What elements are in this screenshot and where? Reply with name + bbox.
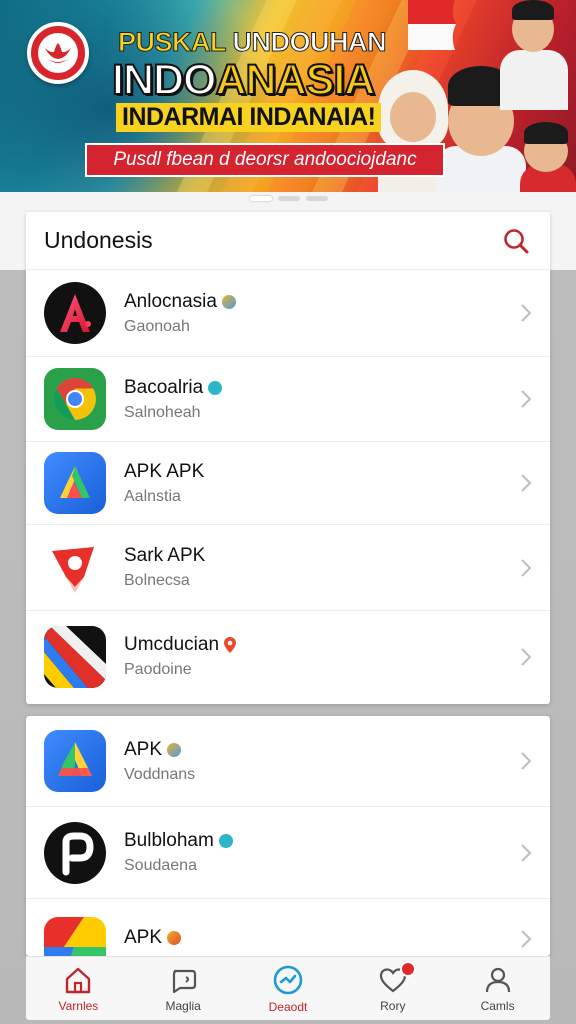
carousel-dot-3[interactable] <box>306 196 328 201</box>
app-name: APK APK <box>124 460 205 482</box>
app-name-text: Bulbloham <box>124 830 214 851</box>
app-name-text: APK <box>124 738 163 760</box>
search-icon <box>504 228 529 253</box>
nav-favorites[interactable]: Rory <box>348 960 438 1013</box>
profile-icon <box>485 967 510 992</box>
compass-icon <box>273 965 303 994</box>
banner-cta-button[interactable]: Pusdl fbean d deorsr andoociojdanc <box>85 143 445 177</box>
chevron-right-icon <box>521 843 532 862</box>
chat-icon <box>173 969 197 993</box>
app-subtitle: Paodoine <box>124 661 192 678</box>
nav-discover[interactable]: Deaodt <box>243 964 333 1014</box>
app-list-item[interactable]: APK Voddnans <box>26 716 550 807</box>
nav-discover-label: Deaodt <box>268 999 308 1014</box>
promo-banner[interactable]: PUSKAL UNDOUHAN INDOANASIA INDARMAI INDA… <box>0 0 576 192</box>
banner-headline-2-a: INDO <box>111 55 217 105</box>
bottom-navigation: Varnles Maglia Deaodt Rory Camls <box>26 956 550 1020</box>
chevron-right-icon <box>521 558 532 577</box>
nav-favorites-label: Rory <box>380 998 406 1013</box>
notification-dot-icon <box>399 960 416 977</box>
card-header: Undonesis <box>26 212 550 270</box>
banner-headline-1-b: UNDOUHAN <box>232 27 387 58</box>
app-name: APK <box>124 927 182 949</box>
carousel-dot-2[interactable] <box>278 196 300 201</box>
app-name: Anlocnasia <box>124 291 236 313</box>
app-name-text: Umcducian <box>124 634 220 655</box>
app-list-item[interactable]: APK APK Aalnstia <box>26 442 550 525</box>
a-logo-icon <box>44 282 106 344</box>
app-subtitle: Salnoheah <box>124 403 201 421</box>
child-figure-back <box>492 0 576 110</box>
p-logo-icon <box>44 821 106 884</box>
app-list-card-2: APK Voddnans Bulbloham Soudaena APK <box>26 716 550 956</box>
brand-logo <box>27 22 89 84</box>
banner-headline-1-a: PUSKAL <box>118 27 227 58</box>
chrome-icon <box>44 368 106 430</box>
play-triangle-icon <box>44 452 106 514</box>
app-name: Umcducian <box>124 634 237 656</box>
app-name-text: APK <box>124 927 163 948</box>
carousel-indicator[interactable] <box>250 196 328 201</box>
app-list-item[interactable]: Umcducian Paodoine <box>26 611 550 702</box>
carousel-dot-1[interactable] <box>250 196 272 201</box>
colorful-square-icon <box>44 917 106 956</box>
app-list-item[interactable]: Anlocnasia Gaonoah <box>26 270 550 357</box>
app-list-item[interactable]: APK <box>26 899 550 956</box>
app-list-item[interactable]: Sark APK Bolnecsa <box>26 525 550 611</box>
garuda-logo-icon <box>38 33 78 73</box>
chevron-right-icon <box>521 930 532 948</box>
app-list-item[interactable]: Bulbloham Soudaena <box>26 807 550 899</box>
app-list-item[interactable]: Bacoalria Salnoheah <box>26 357 550 442</box>
verified-badge-icon <box>218 834 233 848</box>
app-name: Bulbloham <box>124 830 233 852</box>
location-badge-icon <box>224 637 237 653</box>
app-list-card: Undonesis Anlocnasia Gaonoah Bacoalria S… <box>26 212 550 704</box>
banner-headline-2-b: ANASIA <box>215 55 377 105</box>
chevron-right-icon <box>521 647 532 666</box>
chevron-right-icon <box>521 474 532 492</box>
nav-home-label: Varnles <box>58 998 99 1013</box>
flag-icon <box>408 0 456 50</box>
chevron-right-icon <box>521 752 532 770</box>
verified-badge-icon <box>167 742 182 757</box>
nav-profile[interactable]: Camls <box>453 965 543 1013</box>
chevron-right-icon <box>521 304 532 322</box>
stripes-icon <box>44 625 106 688</box>
nav-home[interactable]: Varnles <box>33 965 123 1013</box>
app-subtitle: Aalnstia <box>124 487 181 505</box>
app-subtitle: Bolnecsa <box>124 572 190 589</box>
search-button[interactable] <box>500 225 532 257</box>
verified-badge-icon <box>221 294 236 309</box>
red-pin-icon <box>44 536 106 599</box>
nav-messages-label: Maglia <box>165 998 201 1013</box>
child-figure-small <box>516 112 576 192</box>
app-name: APK <box>124 739 195 761</box>
nav-messages[interactable]: Maglia <box>138 965 228 1013</box>
app-subtitle: Gaonoah <box>124 317 190 335</box>
app-subtitle: Soudaena <box>124 857 197 874</box>
verified-badge-icon <box>167 931 182 945</box>
nav-profile-label: Camls <box>480 998 515 1013</box>
app-name: Bacoalria <box>124 376 223 399</box>
app-subtitle: Voddnans <box>124 765 196 783</box>
banner-headline-2: INDOANASIA <box>111 55 377 105</box>
app-name-text: Bacoalria <box>124 376 204 398</box>
app-name: Sark APK <box>124 545 206 566</box>
verified-badge-icon <box>208 380 223 395</box>
chevron-right-icon <box>521 390 532 408</box>
home-icon <box>66 967 91 993</box>
banner-headline-1: PUSKAL UNDOUHAN <box>118 27 388 58</box>
drive-icon <box>44 730 106 792</box>
card-title: Undonesis <box>44 227 153 253</box>
banner-headline-3: INDARMAI INDANAIA! <box>116 103 382 132</box>
app-name-text: Anlocnasia <box>124 290 217 312</box>
